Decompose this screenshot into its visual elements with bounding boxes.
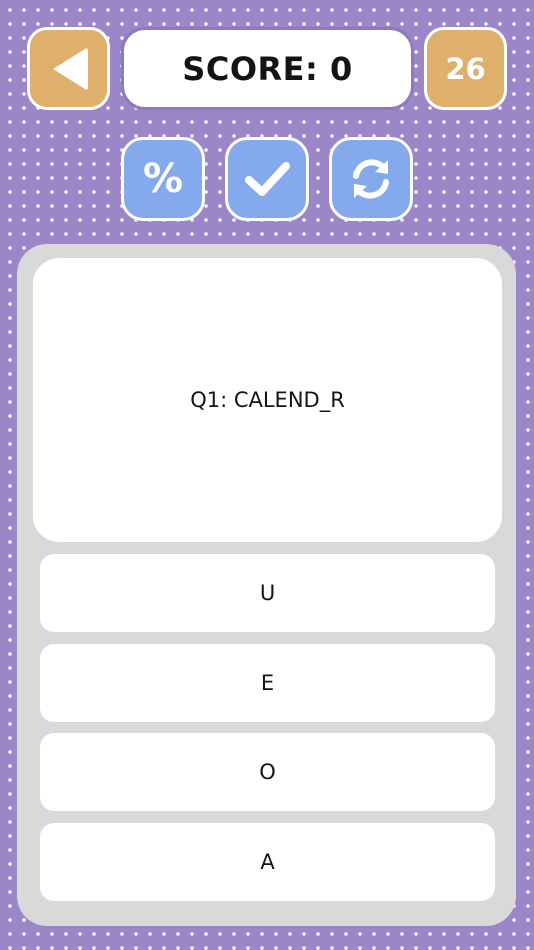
triangle-left-icon	[52, 47, 88, 90]
back-button[interactable]	[27, 27, 110, 110]
answer-option-label: A	[260, 850, 275, 874]
answer-option-1[interactable]: U	[40, 554, 495, 632]
percent-icon: %	[142, 156, 184, 202]
score-display: SCORE: 0	[121, 27, 414, 110]
refresh-icon	[353, 159, 389, 199]
answer-option-label: U	[259, 581, 276, 605]
question-card: Q1: CALEND_R	[33, 258, 502, 542]
answer-option-label: O	[259, 760, 276, 784]
question-text: Q1: CALEND_R	[190, 388, 345, 412]
percent-hint-button[interactable]: %	[121, 137, 205, 221]
answer-option-4[interactable]: A	[40, 823, 495, 901]
answer-option-label: E	[260, 671, 275, 695]
remaining-count-badge: 26	[424, 27, 507, 110]
answer-option-2[interactable]: E	[40, 644, 495, 722]
refresh-button[interactable]	[329, 137, 413, 221]
checkmark-icon	[245, 162, 290, 196]
check-answer-button[interactable]	[225, 137, 309, 221]
answer-option-3[interactable]: O	[40, 733, 495, 811]
